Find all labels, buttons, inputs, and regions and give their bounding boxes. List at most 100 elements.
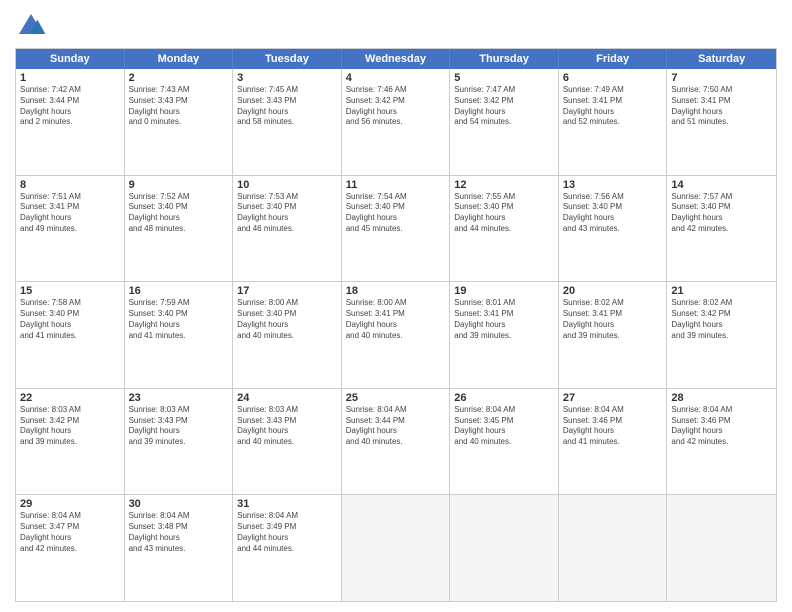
sunset-text: Sunset: 3:43 PM — [237, 416, 296, 425]
daylight-value: and 40 minutes. — [237, 437, 294, 446]
day-cell: 6Sunrise: 7:49 AMSunset: 3:41 PMDaylight… — [559, 69, 668, 175]
daylight-value: and 52 minutes. — [563, 117, 620, 126]
day-header: Tuesday — [233, 49, 342, 69]
sunset-text: Sunset: 3:40 PM — [237, 202, 296, 211]
daylight-value: and 51 minutes. — [671, 117, 728, 126]
day-number: 27 — [563, 392, 663, 404]
day-cell: 23Sunrise: 8:03 AMSunset: 3:43 PMDayligh… — [125, 389, 234, 495]
sunrise-text: Sunrise: 7:56 AM — [563, 192, 624, 201]
day-number: 1 — [20, 72, 120, 84]
sunrise-text: Sunrise: 8:04 AM — [129, 511, 190, 520]
day-cell: 29Sunrise: 8:04 AMSunset: 3:47 PMDayligh… — [16, 495, 125, 601]
daylight-value: and 49 minutes. — [20, 224, 77, 233]
day-number: 14 — [671, 179, 772, 191]
day-header: Monday — [125, 49, 234, 69]
day-number: 19 — [454, 285, 554, 297]
daylight-label: Daylight hours — [237, 426, 288, 435]
day-number: 11 — [346, 179, 446, 191]
daylight-value: and 41 minutes. — [129, 331, 186, 340]
daylight-label: Daylight hours — [346, 426, 397, 435]
sunrise-text: Sunrise: 7:59 AM — [129, 298, 190, 307]
empty-cell — [450, 495, 559, 601]
sunset-text: Sunset: 3:43 PM — [129, 96, 188, 105]
daylight-label: Daylight hours — [129, 320, 180, 329]
daylight-value: and 39 minutes. — [20, 437, 77, 446]
day-number: 4 — [346, 72, 446, 84]
day-cell: 12Sunrise: 7:55 AMSunset: 3:40 PMDayligh… — [450, 176, 559, 282]
sunrise-text: Sunrise: 7:51 AM — [20, 192, 81, 201]
calendar-row: 1Sunrise: 7:42 AMSunset: 3:44 PMDaylight… — [16, 69, 776, 175]
calendar: SundayMondayTuesdayWednesdayThursdayFrid… — [15, 48, 777, 602]
cell-text: Sunrise: 8:03 AMSunset: 3:43 PMDaylight … — [237, 405, 337, 448]
sunset-text: Sunset: 3:42 PM — [20, 416, 79, 425]
cell-text: Sunrise: 7:56 AMSunset: 3:40 PM Daylight … — [563, 192, 663, 235]
cell-text: Sunrise: 8:00 AMSunset: 3:40 PMDaylight … — [237, 298, 337, 341]
cell-text: Sunrise: 8:03 AMSunset: 3:42 PMDaylight … — [20, 405, 120, 448]
sunrise-text: Sunrise: 7:47 AM — [454, 85, 515, 94]
daylight-label: Daylight hours — [129, 426, 180, 435]
calendar-body: 1Sunrise: 7:42 AMSunset: 3:44 PMDaylight… — [16, 69, 776, 601]
sunset-text: Sunset: 3:46 PM — [563, 416, 622, 425]
sunset-text: Sunset: 3:40 PM — [20, 309, 79, 318]
sunrise-text: Sunrise: 7:45 AM — [237, 85, 298, 94]
day-number: 24 — [237, 392, 337, 404]
day-number: 6 — [563, 72, 663, 84]
sunset-text: Sunset: 3:42 PM — [454, 96, 513, 105]
day-cell: 19Sunrise: 8:01 AMSunset: 3:41 PMDayligh… — [450, 282, 559, 388]
day-cell: 24Sunrise: 8:03 AMSunset: 3:43 PMDayligh… — [233, 389, 342, 495]
sunrise-text: Sunrise: 7:46 AM — [346, 85, 407, 94]
daylight-label: Daylight hours — [20, 320, 71, 329]
daylight-label: Daylight hours — [129, 213, 180, 222]
cell-text: Sunrise: 8:04 AMSunset: 3:46 PMDaylight … — [671, 405, 772, 448]
cell-text: Sunrise: 7:59 AMSunset: 3:40 PMDaylight … — [129, 298, 229, 341]
sunset-text: Sunset: 3:40 PM — [346, 202, 405, 211]
cell-text: Sunrise: 8:02 AMSunset: 3:41 PMDaylight … — [563, 298, 663, 341]
sunrise-text: Sunrise: 8:04 AM — [454, 405, 515, 414]
sunset-text: Sunset: 3:44 PM — [20, 96, 79, 105]
day-number: 12 — [454, 179, 554, 191]
daylight-label: Daylight hours — [563, 426, 614, 435]
sunrise-text: Sunrise: 8:00 AM — [346, 298, 407, 307]
day-cell: 10Sunrise: 7:53 AMSunset: 3:40 PMDayligh… — [233, 176, 342, 282]
day-number: 26 — [454, 392, 554, 404]
day-cell: 26Sunrise: 8:04 AMSunset: 3:45 PMDayligh… — [450, 389, 559, 495]
daylight-label: Daylight hours — [671, 320, 722, 329]
calendar-row: 22Sunrise: 8:03 AMSunset: 3:42 PMDayligh… — [16, 388, 776, 495]
daylight-value: and 40 minutes. — [237, 331, 294, 340]
day-number: 21 — [671, 285, 772, 297]
daylight-value: and 58 minutes. — [237, 117, 294, 126]
daylight-value: and 42 minutes. — [20, 544, 77, 553]
day-number: 31 — [237, 498, 337, 510]
daylight-value: and 43 minutes. — [129, 544, 186, 553]
day-header: Friday — [559, 49, 668, 69]
sunrise-text: Sunrise: 8:04 AM — [20, 511, 81, 520]
daylight-value: and 42 minutes. — [671, 437, 728, 446]
cell-text: Sunrise: 8:04 AMSunset: 3:45 PMDaylight … — [454, 405, 554, 448]
cell-text: Sunrise: 8:02 AMSunset: 3:42 PMDaylight … — [671, 298, 772, 341]
empty-cell — [559, 495, 668, 601]
sunrise-text: Sunrise: 8:00 AM — [237, 298, 298, 307]
day-header: Sunday — [16, 49, 125, 69]
sunset-text: Sunset: 3:41 PM — [346, 309, 405, 318]
daylight-label: Daylight hours — [20, 426, 71, 435]
daylight-value: and 2 minutes. — [20, 117, 72, 126]
daylight-label: Daylight hours — [671, 213, 722, 222]
sunrise-text: Sunrise: 7:55 AM — [454, 192, 515, 201]
daylight-label: Daylight hours — [671, 426, 722, 435]
day-cell: 31Sunrise: 8:04 AMSunset: 3:49 PMDayligh… — [233, 495, 342, 601]
cell-text: Sunrise: 7:49 AMSunset: 3:41 PMDaylight … — [563, 85, 663, 128]
daylight-value: and 39 minutes. — [129, 437, 186, 446]
sunset-text: Sunset: 3:40 PM — [563, 202, 622, 211]
sunrise-text: Sunrise: 8:04 AM — [346, 405, 407, 414]
day-cell: 1Sunrise: 7:42 AMSunset: 3:44 PMDaylight… — [16, 69, 125, 175]
day-cell: 22Sunrise: 8:03 AMSunset: 3:42 PMDayligh… — [16, 389, 125, 495]
daylight-label: Daylight hours — [563, 213, 614, 222]
sunrise-text: Sunrise: 7:43 AM — [129, 85, 190, 94]
sunset-text: Sunset: 3:40 PM — [129, 202, 188, 211]
sunrise-text: Sunrise: 8:04 AM — [237, 511, 298, 520]
daylight-value: and 39 minutes. — [454, 331, 511, 340]
day-cell: 3Sunrise: 7:45 AMSunset: 3:43 PMDaylight… — [233, 69, 342, 175]
day-cell: 28Sunrise: 8:04 AMSunset: 3:46 PMDayligh… — [667, 389, 776, 495]
daylight-label: Daylight hours — [20, 107, 71, 116]
sunrise-text: Sunrise: 8:02 AM — [671, 298, 732, 307]
